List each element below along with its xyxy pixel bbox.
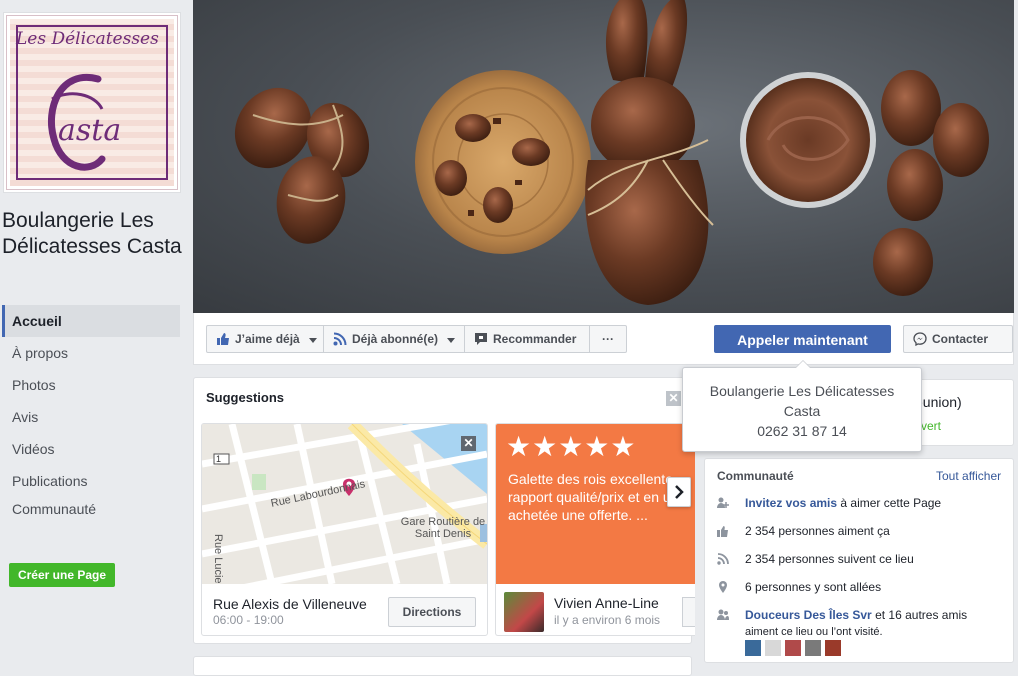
review-highlight: ★★★★★ Galette des rois excellente rappor…: [496, 424, 695, 584]
see-all-link[interactable]: Tout afficher: [936, 469, 1001, 483]
contact-button-label: Contacter: [932, 332, 989, 346]
speech-bubble-icon: [475, 333, 487, 345]
map-road-number: 1: [216, 454, 222, 464]
cover-photo[interactable]: [193, 0, 1014, 313]
contact-button[interactable]: Contacter: [903, 325, 1013, 353]
friend-avatars: [745, 640, 855, 656]
like-button[interactable]: J’aime déjà: [206, 325, 324, 353]
avatar[interactable]: [765, 640, 781, 656]
like-button-label: J’aime déjà: [235, 332, 300, 346]
map-card[interactable]: 1 Rue Labourdonnais Rue Lucie Gare Routi…: [201, 423, 488, 636]
recommend-button[interactable]: Recommander: [464, 325, 590, 353]
more-button[interactable]: ···: [589, 325, 627, 353]
friend-name-link[interactable]: Douceurs Des Îles Svr: [745, 608, 872, 622]
suggestions-title: Suggestions: [206, 390, 285, 405]
recommend-button-label: Recommander: [493, 332, 577, 346]
thumbs-up-icon: [217, 333, 229, 345]
nav-accueil[interactable]: Accueil: [2, 305, 180, 337]
popover-phone[interactable]: 0262 31 87 14: [683, 421, 921, 441]
phone-popover: Boulangerie Les Délicatesses Casta 0262 …: [682, 360, 922, 452]
close-icon[interactable]: ✕: [461, 436, 476, 451]
messenger-icon: [913, 332, 927, 346]
close-icon[interactable]: ✕: [666, 391, 681, 406]
logo-text-line1: Les Délicatesses: [16, 29, 159, 49]
profile-picture[interactable]: Les Délicatesses asta: [3, 12, 181, 193]
chevron-down-icon: [447, 338, 456, 343]
map-graphic: [202, 424, 487, 584]
map-card-hours: 06:00 - 19:00: [213, 613, 284, 627]
location-pin-icon: [719, 581, 727, 593]
chevron-right-icon: [675, 485, 684, 499]
review-time: il y a environ 6 mois: [554, 613, 661, 627]
left-column: Les Délicatesses asta Boulangerie Les Dé…: [0, 0, 190, 669]
avatar[interactable]: [745, 640, 761, 656]
nav-avis[interactable]: Avis: [2, 401, 180, 433]
follow-button[interactable]: Déjà abonné(e): [323, 325, 465, 353]
invite-friends-link[interactable]: Invitez vos amis: [745, 496, 837, 510]
suggestions-panel: Suggestions ✕ 1 Rue Labourdonnais Rue Lu…: [193, 377, 695, 644]
map-image[interactable]: 1 Rue Labourdonnais Rue Lucie Gare Routi…: [202, 424, 487, 584]
logo: Les Délicatesses asta: [6, 15, 178, 190]
reviewer-avatar[interactable]: [504, 592, 544, 632]
friends-text: et 16 autres amis: [871, 608, 968, 622]
next-arrow-button[interactable]: [667, 477, 691, 507]
friends-text-line2: aiment ce lieu ou l’ont visité.: [745, 626, 883, 638]
popover-page-name: Boulangerie Les Délicatesses Casta: [709, 383, 895, 419]
follows-count: 2 354 personnes suivent ce lieu: [745, 552, 914, 566]
rss-icon: [333, 332, 347, 346]
review-card[interactable]: ★★★★★ Galette des rois excellente rappor…: [495, 423, 695, 636]
page-action-bar: J’aime déjà Déjà abonné(e) Recommander ·…: [193, 313, 1014, 365]
create-page-button[interactable]: Créer une Page: [9, 563, 115, 587]
cover-illustration: [234, 0, 989, 305]
logo-text-line2: asta: [58, 113, 122, 148]
avatar[interactable]: [825, 640, 841, 656]
review-action-button[interactable]: [682, 597, 695, 627]
nav-videos[interactable]: Vidéos: [2, 433, 180, 465]
next-panel: [193, 656, 692, 676]
likes-count: 2 354 personnes aiment ça: [745, 524, 890, 538]
nav-photos[interactable]: Photos: [2, 369, 180, 401]
directions-button[interactable]: Directions: [388, 597, 476, 627]
friends-icon: [717, 497, 729, 508]
info-open-status: vert: [921, 419, 942, 433]
map-station-label: Gare Routière de Saint Denis: [400, 516, 486, 540]
nav-a-propos[interactable]: À propos: [2, 337, 180, 369]
chevron-down-icon: [309, 338, 318, 343]
visits-count: 6 personnes y sont allées: [745, 580, 882, 594]
review-stars: ★★★★★: [506, 431, 637, 462]
invite-text: à aimer cette Page: [837, 496, 942, 510]
info-location: éunion): [915, 394, 962, 410]
map-street-label-2: Rue Lucie: [212, 534, 224, 584]
community-panel: Communauté Tout afficher Invitez vos ami…: [704, 458, 1014, 663]
community-title: Communauté: [717, 469, 794, 483]
avatar[interactable]: [785, 640, 801, 656]
map-card-address: Rue Alexis de Villeneuve: [213, 596, 367, 612]
page-title: Boulangerie Les Délicatesses Casta: [2, 209, 182, 258]
nav-publications[interactable]: Publications: [2, 465, 180, 497]
rss-icon: [717, 553, 729, 565]
thumbs-up-icon: [717, 526, 728, 537]
friends-icon: [717, 609, 729, 620]
avatar[interactable]: [805, 640, 821, 656]
reviewer-name[interactable]: Vivien Anne-Line: [554, 595, 659, 611]
follow-button-label: Déjà abonné(e): [352, 332, 439, 346]
nav-communaute[interactable]: Communauté: [2, 500, 102, 540]
call-now-button[interactable]: Appeler maintenant: [714, 325, 891, 353]
